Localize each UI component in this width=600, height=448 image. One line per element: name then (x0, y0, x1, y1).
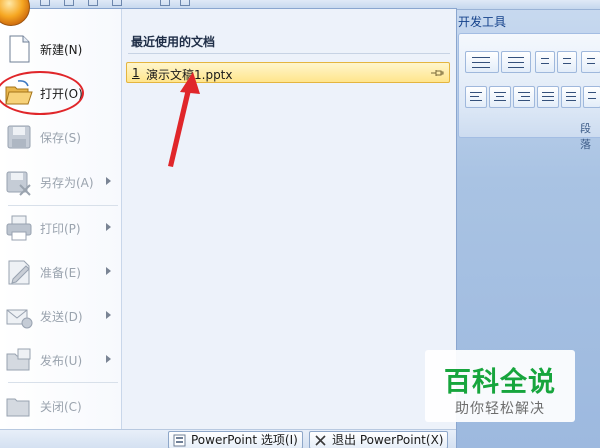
chevron-right-icon (106, 311, 111, 319)
watermark: 百科全说 助你轻松解决 (425, 350, 575, 422)
menu-item-send[interactable]: 发送(D) (0, 295, 122, 337)
menu-item-close-label: 关闭(C) (40, 400, 82, 414)
powerpoint-options-button[interactable]: PowerPoint 选项(I) (168, 431, 303, 448)
new-document-icon (9, 35, 30, 63)
menu-item-close[interactable]: 关闭(C) (0, 385, 122, 427)
save-as-icon (6, 171, 31, 196)
justify-button[interactable] (537, 86, 559, 108)
powerpoint-options-label: PowerPoint 选项(I) (191, 433, 298, 447)
exit-powerpoint-button[interactable]: 退出 PowerPoint(X) (309, 431, 449, 448)
tab-developer[interactable]: 开发工具 (458, 13, 506, 30)
annotation-circle (0, 71, 84, 115)
menu-item-publish[interactable]: 发布(U) (0, 339, 122, 381)
line-spacing-button[interactable] (581, 51, 600, 73)
annotation-arrow (168, 72, 200, 167)
menu-item-prepare[interactable]: 准备(E) (0, 251, 122, 293)
menu-separator (8, 382, 118, 383)
publish-icon (6, 348, 31, 371)
decrease-indent-button[interactable] (535, 51, 555, 73)
menu-item-print-label: 打印(P) (40, 222, 81, 236)
numbering-button[interactable] (501, 51, 531, 73)
menu-item-new[interactable]: 新建(N) (0, 28, 122, 70)
ribbon-panel-paragraph (458, 33, 600, 138)
chevron-right-icon (106, 355, 111, 363)
send-icon (6, 309, 33, 329)
watermark-subtitle: 助你轻松解决 (455, 401, 545, 417)
distribute-button[interactable] (561, 86, 581, 108)
print-icon (6, 215, 32, 241)
save-icon (7, 125, 31, 149)
menu-item-send-label: 发送(D) (40, 310, 83, 324)
bullets-button[interactable] (465, 51, 499, 73)
recent-documents-title: 最近使用的文档 (131, 35, 216, 49)
office-menu: 新建(N) 打开(O) 保存(S) 另存为(A) 打印(P) 准备(E) 发送(… (0, 8, 457, 448)
exit-powerpoint-label: 退出 PowerPoint(X) (332, 433, 444, 447)
menu-separator (8, 205, 118, 206)
menu-item-new-label: 新建(N) (40, 43, 83, 57)
office-menu-footer: PowerPoint 选项(I) 退出 PowerPoint(X) (0, 429, 456, 448)
office-menu-commands: 新建(N) 打开(O) 保存(S) 另存为(A) 打印(P) 准备(E) 发送(… (0, 9, 122, 429)
quick-access-toolbar (40, 0, 190, 8)
menu-item-publish-label: 发布(U) (40, 354, 83, 368)
align-center-button[interactable] (489, 86, 511, 108)
chevron-right-icon (106, 177, 111, 185)
menu-item-print[interactable]: 打印(P) (0, 207, 122, 249)
close-icon (315, 435, 326, 446)
menu-item-save-as-label: 另存为(A) (40, 176, 94, 190)
pin-icon[interactable] (430, 69, 444, 77)
recent-separator (128, 53, 450, 54)
align-right-button[interactable] (513, 86, 535, 108)
group-label-paragraph: 段落 (580, 122, 591, 151)
menu-item-save-label: 保存(S) (40, 131, 81, 145)
menu-item-prepare-label: 准备(E) (40, 266, 81, 280)
menu-item-save-as[interactable]: 另存为(A) (0, 161, 122, 203)
options-icon (173, 434, 186, 447)
menu-item-save[interactable]: 保存(S) (0, 116, 122, 158)
chevron-right-icon (106, 223, 111, 231)
close-folder-icon (6, 398, 30, 417)
watermark-title: 百科全说 (444, 367, 556, 398)
chevron-right-icon (106, 267, 111, 275)
align-left-button[interactable] (465, 86, 487, 108)
recent-document-number: 1 (132, 66, 140, 80)
columns-button[interactable] (583, 86, 600, 108)
prepare-icon (8, 260, 30, 285)
increase-indent-button[interactable] (557, 51, 577, 73)
